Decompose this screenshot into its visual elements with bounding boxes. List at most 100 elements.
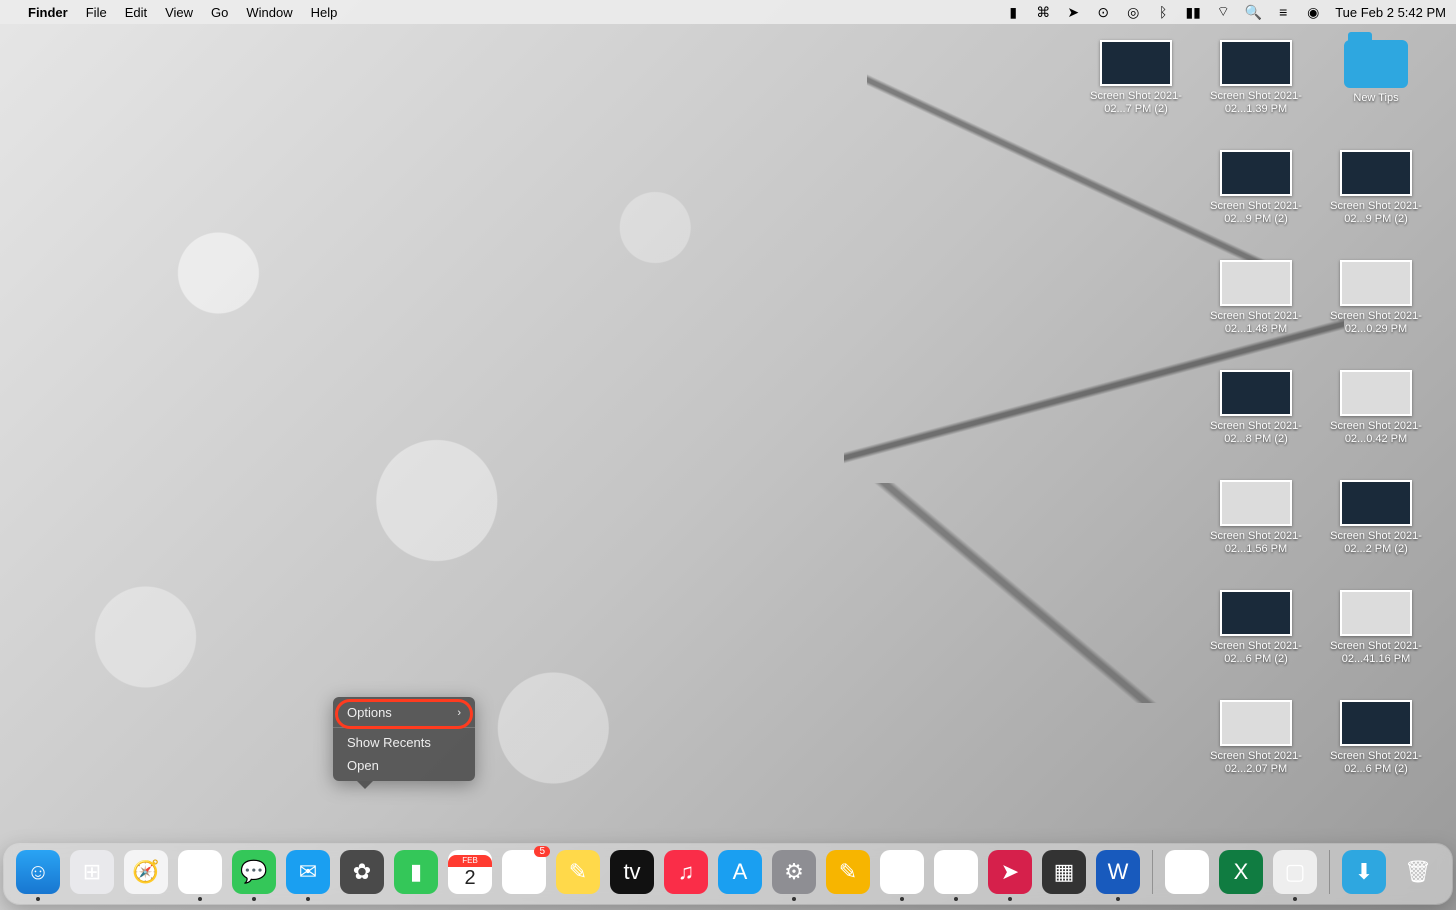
desktop-file[interactable]: Screen Shot 2021-02...2.07 PM — [1196, 700, 1316, 810]
desktop-icons-area: Screen Shot 2021-02...7 PM (2)Screen Sho… — [1076, 40, 1436, 810]
dock-app-notes[interactable]: ✎ — [556, 850, 600, 894]
desktop-file[interactable]: Screen Shot 2021-02...8 PM (2) — [1196, 370, 1316, 480]
screenshot-thumbnail — [1220, 370, 1292, 416]
menubar-clock[interactable]: Tue Feb 2 5:42 PM — [1335, 5, 1446, 20]
dock-app-zoom[interactable]: ▶ — [1165, 850, 1209, 894]
dock-app-slack[interactable]: ⌗ — [934, 850, 978, 894]
context-menu-open[interactable]: Open — [333, 754, 475, 777]
desktop-icon-label: Screen Shot 2021-02...1.39 PM — [1199, 90, 1314, 116]
calendar-month: FEB — [448, 855, 492, 867]
context-menu-options[interactable]: Options › — [333, 701, 475, 724]
dock-app-sketch[interactable]: ✎ — [826, 850, 870, 894]
dock-app-music[interactable]: ♫ — [664, 850, 708, 894]
desktop-icon-label: Screen Shot 2021-02...1.56 PM — [1199, 530, 1314, 556]
desktop-file[interactable]: Screen Shot 2021-02...2 PM (2) — [1316, 480, 1436, 590]
dock-app-facetime[interactable]: ▮ — [394, 850, 438, 894]
desktop-file[interactable]: Screen Shot 2021-02...6 PM (2) — [1196, 590, 1316, 700]
context-menu-show-recents[interactable]: Show Recents — [333, 731, 475, 754]
desktop-file[interactable]: Screen Shot 2021-02...1.48 PM — [1196, 260, 1316, 370]
menu-view[interactable]: View — [165, 5, 193, 20]
snagit-menubar-icon[interactable]: ➤ — [1065, 4, 1081, 20]
screenshot-thumbnail — [1220, 40, 1292, 86]
desktop-file[interactable]: Screen Shot 2021-02...9 PM (2) — [1196, 150, 1316, 260]
screenshot-thumbnail — [1340, 700, 1412, 746]
desktop-icon-label: Screen Shot 2021-02...0.29 PM — [1319, 310, 1434, 336]
dock-app-downloads[interactable]: ⬇ — [1342, 850, 1386, 894]
dock-app-snagit[interactable]: ➤ — [988, 850, 1032, 894]
running-indicator — [1293, 897, 1297, 901]
dock-app-messenger[interactable]: ✉ — [880, 850, 924, 894]
dock-app-photos[interactable]: ✿ — [340, 850, 384, 894]
dock-app-messages[interactable]: 💬 — [232, 850, 276, 894]
dock-separator — [1152, 850, 1153, 894]
dock-app-finder[interactable]: ☺ — [16, 850, 60, 894]
airdrop-icon[interactable]: ◎ — [1125, 4, 1141, 20]
screenshot-thumbnail — [1340, 260, 1412, 306]
dock-app-calendar[interactable]: FEB2 — [448, 850, 492, 894]
dock: ☺⊞🧭◉💬✉✿▮FEB2≡5✎tv♫A⚙✎✉⌗➤▦W▶X▢⬇🗑 — [4, 844, 1452, 904]
desktop-icon-label: Screen Shot 2021-02...7 PM (2) — [1079, 90, 1194, 116]
desktop-file[interactable]: Screen Shot 2021-02...1.39 PM — [1196, 40, 1316, 150]
running-indicator — [1008, 897, 1012, 901]
dock-app-reminders[interactable]: ≡5 — [502, 850, 546, 894]
desktop-file[interactable]: Screen Shot 2021-02...41.16 PM — [1316, 590, 1436, 700]
running-indicator — [900, 897, 904, 901]
dock-app-word[interactable]: W — [1096, 850, 1140, 894]
app-menu[interactable]: Finder — [28, 5, 68, 20]
desktop-icon-label: Screen Shot 2021-02...6 PM (2) — [1199, 640, 1314, 666]
siri-icon[interactable]: ◉ — [1305, 4, 1321, 20]
desktop-icon-label: Screen Shot 2021-02...2.07 PM — [1199, 750, 1314, 776]
desktop-icon-label: Screen Shot 2021-02...8 PM (2) — [1199, 420, 1314, 446]
desktop-file[interactable]: Screen Shot 2021-02...9 PM (2) — [1316, 150, 1436, 260]
dock-app-excel[interactable]: X — [1219, 850, 1263, 894]
dock-app-settings[interactable]: ⚙ — [772, 850, 816, 894]
menu-go[interactable]: Go — [211, 5, 228, 20]
running-indicator — [36, 897, 40, 901]
menu-help[interactable]: Help — [311, 5, 338, 20]
battery-icon[interactable]: ▮▮ — [1185, 4, 1201, 20]
screenshot-thumbnail — [1220, 590, 1292, 636]
desktop-folder[interactable]: New Tips — [1316, 40, 1436, 150]
desktop-file[interactable]: Screen Shot 2021-02...1.56 PM — [1196, 480, 1316, 590]
dock-app-trash[interactable]: 🗑 — [1396, 850, 1440, 894]
dock-app-safari[interactable]: 🧭 — [124, 850, 168, 894]
running-indicator — [1116, 897, 1120, 901]
desktop-icon-label: New Tips — [1353, 92, 1398, 105]
menu-file[interactable]: File — [86, 5, 107, 20]
desktop-icon-label: Screen Shot 2021-02...2 PM (2) — [1319, 530, 1434, 556]
wifi-icon[interactable]: ⌔ — [1215, 4, 1231, 20]
dock-app-appletv[interactable]: tv — [610, 850, 654, 894]
chevron-right-icon: › — [457, 707, 461, 719]
dock-app-chrome[interactable]: ◉ — [178, 850, 222, 894]
dock-container: ☺⊞🧭◉💬✉✿▮FEB2≡5✎tv♫A⚙✎✉⌗➤▦W▶X▢⬇🗑 — [4, 844, 1452, 904]
control-center-icon[interactable]: ≡ — [1275, 4, 1291, 20]
menu-window[interactable]: Window — [246, 5, 292, 20]
dock-app-preview[interactable]: ▢ — [1273, 850, 1317, 894]
desktop-icon-label: Screen Shot 2021-02...1.48 PM — [1199, 310, 1314, 336]
screenshot-thumbnail — [1220, 260, 1292, 306]
spotlight-icon[interactable]: 🔍 — [1245, 4, 1261, 20]
desktop-file[interactable]: Screen Shot 2021-02...6 PM (2) — [1316, 700, 1436, 810]
screenshot-thumbnail — [1340, 480, 1412, 526]
dock-separator — [1329, 850, 1330, 894]
context-menu-options-label: Options — [347, 705, 392, 720]
desktop-icon-label: Screen Shot 2021-02...41.16 PM — [1319, 640, 1434, 666]
menu-edit[interactable]: Edit — [125, 5, 147, 20]
screenshot-thumbnail — [1100, 40, 1172, 86]
bluetooth-icon[interactable]: ᛒ — [1155, 4, 1171, 20]
folder-icon — [1344, 40, 1408, 88]
desktop-icon-label: Screen Shot 2021-02...0.42 PM — [1319, 420, 1434, 446]
dock-app-appstore[interactable]: A — [718, 850, 762, 894]
desktop-file[interactable]: Screen Shot 2021-02...0.29 PM — [1316, 260, 1436, 370]
desktop-file[interactable]: Screen Shot 2021-02...7 PM (2) — [1076, 40, 1196, 150]
facetime-icon[interactable]: ▮ — [1005, 4, 1021, 20]
desktop-file[interactable]: Screen Shot 2021-02...0.42 PM — [1316, 370, 1436, 480]
playback-icon[interactable]: ⊙ — [1095, 4, 1111, 20]
dock-app-calc[interactable]: ▦ — [1042, 850, 1086, 894]
running-indicator — [252, 897, 256, 901]
context-menu-open-label: Open — [347, 758, 379, 773]
dock-app-mail[interactable]: ✉ — [286, 850, 330, 894]
creative-cloud-icon[interactable]: ⌘ — [1035, 4, 1051, 20]
dock-app-launchpad[interactable]: ⊞ — [70, 850, 114, 894]
desktop-icon-label: Screen Shot 2021-02...6 PM (2) — [1319, 750, 1434, 776]
